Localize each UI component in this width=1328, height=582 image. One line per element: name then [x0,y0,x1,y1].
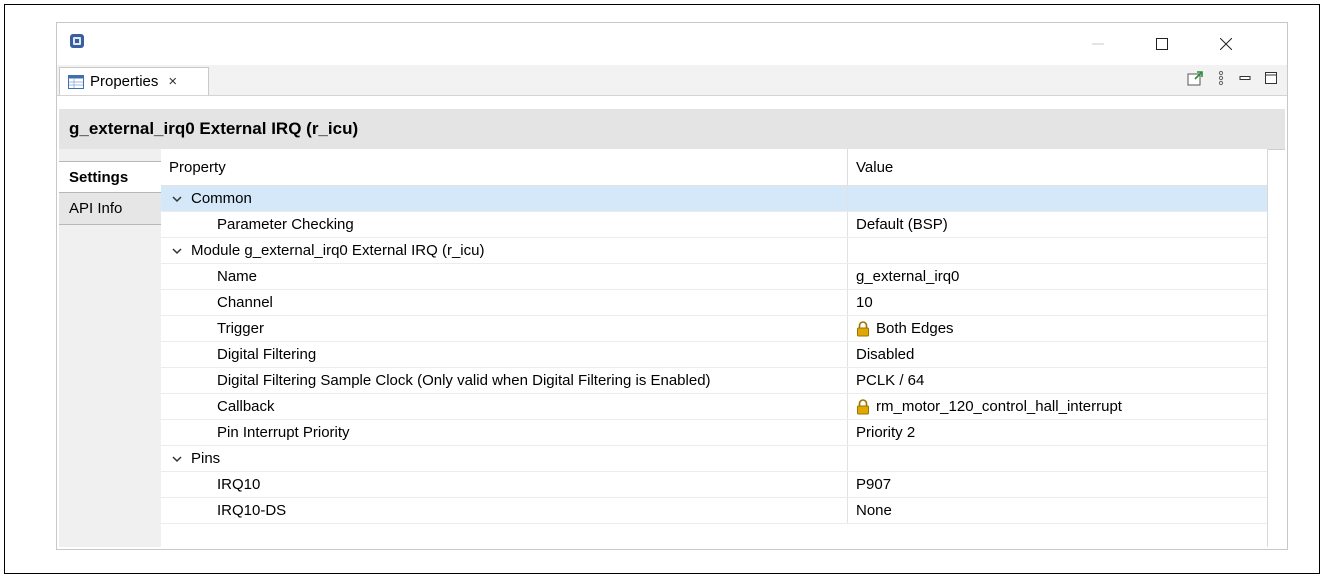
group-row[interactable]: Pins [161,446,1267,472]
property-label: Digital Filtering [217,346,317,363]
tab-properties-label: Properties [90,73,159,90]
property-row[interactable]: Digital Filtering Sample Clock (Only val… [161,368,1267,394]
property-value: 10 [856,294,873,311]
property-row[interactable]: Pin Interrupt Priority Priority 2 [161,420,1267,446]
value-cell[interactable]: Default (BSP) [848,212,1267,237]
lock-icon [857,320,869,336]
property-cell: IRQ10-DS [161,498,848,523]
group-row[interactable]: Module g_external_irq0 External IRQ (r_i… [161,238,1267,264]
property-row[interactable]: IRQ10-DS None [161,498,1267,524]
lock-icon [857,398,869,414]
maximize-icon [1156,38,1168,50]
property-cell: Parameter Checking [161,212,848,237]
value-cell[interactable]: g_external_irq0 [848,264,1267,289]
column-header-value[interactable]: Value [848,149,1267,185]
property-row[interactable]: Callback rm_motor_120_control_hall_interr… [161,394,1267,420]
minimize-view-icon[interactable] [1239,72,1251,84]
property-value: Priority 2 [856,424,916,441]
value-cell[interactable]: 10 [848,290,1267,315]
property-value: Disabled [856,346,915,363]
property-label: Pins [191,450,221,467]
property-cell: Digital Filtering [161,342,848,367]
view-toolbar [1187,70,1277,86]
property-label: IRQ10-DS [217,502,287,519]
property-label: Name [217,268,258,285]
property-label: Common [191,190,252,207]
chevron-down-icon[interactable] [171,453,183,465]
panel-title: g_external_irq0 External IRQ (r_icu) [59,109,1285,150]
property-row[interactable]: Digital Filtering Disabled [161,342,1267,368]
side-tab-settings[interactable]: Settings [59,161,162,193]
property-label: Digital Filtering Sample Clock (Only val… [217,372,711,389]
properties-table-icon [68,74,84,89]
column-header-property[interactable]: Property [161,149,848,185]
property-value: PCLK / 64 [856,372,925,389]
view-menu-icon[interactable] [1217,70,1225,86]
value-cell[interactable]: None [848,498,1267,523]
property-label: Module g_external_irq0 External IRQ (r_i… [191,242,485,259]
close-icon [1220,38,1232,50]
property-cell: Channel [161,290,848,315]
group-row[interactable]: Common [161,186,1267,212]
property-cell: Module g_external_irq0 External IRQ (r_i… [161,238,848,263]
property-value: P907 [856,476,892,493]
properties-window: Properties × g_external_irq0 External IR… [56,22,1288,550]
value-cell[interactable]: rm_motor_120_control_hall_interrupt [848,394,1267,419]
property-grid: Property Value Common Parameter Checking D… [161,149,1268,547]
property-cell: Common [161,186,848,211]
value-cell[interactable]: Priority 2 [848,420,1267,445]
property-value: rm_motor_120_control_hall_interrupt [876,398,1122,415]
chevron-down-icon[interactable] [171,193,183,205]
grid-rows: Common Parameter Checking Default (BSP) Mod… [161,186,1267,524]
property-label: Callback [217,398,275,415]
maximize-view-icon[interactable] [1265,72,1277,84]
tab-close-icon[interactable]: × [168,73,177,90]
title-bar [57,23,1287,65]
property-cell: Trigger [161,316,848,341]
property-label: IRQ10 [217,476,261,493]
property-cell: Pin Interrupt Priority [161,420,848,445]
renesas-chip-icon [69,33,85,49]
value-cell[interactable]: PCLK / 64 [848,368,1267,393]
maximize-button[interactable] [1139,29,1185,59]
property-label: Parameter Checking [217,216,354,233]
value-cell [848,238,1267,263]
property-label: Channel [217,294,273,311]
side-tab-api-info[interactable]: API Info [59,193,161,225]
grid-header: Property Value [161,149,1267,186]
chevron-down-icon[interactable] [171,245,183,257]
value-cell [848,446,1267,471]
side-tab-strip: Settings API Info [59,149,162,547]
property-label: Trigger [217,320,264,337]
close-button[interactable] [1203,29,1249,59]
property-row[interactable]: Channel 10 [161,290,1267,316]
pin-to-editor-icon[interactable] [1187,70,1203,86]
property-row[interactable]: Name g_external_irq0 [161,264,1267,290]
property-row[interactable]: Parameter Checking Default (BSP) [161,212,1267,238]
property-row[interactable]: IRQ10 P907 [161,472,1267,498]
property-cell: Name [161,264,848,289]
property-value: Both Edges [876,320,954,337]
property-cell: Callback [161,394,848,419]
value-cell[interactable]: P907 [848,472,1267,497]
property-value: Default (BSP) [856,216,948,233]
property-cell: IRQ10 [161,472,848,497]
property-value: g_external_irq0 [856,268,960,285]
property-cell: Digital Filtering Sample Clock (Only val… [161,368,848,393]
tab-properties[interactable]: Properties × [59,67,209,95]
property-cell: Pins [161,446,848,471]
view-tab-bar: Properties × [57,65,1287,96]
property-value: None [856,502,892,519]
value-cell[interactable]: Disabled [848,342,1267,367]
value-cell [848,186,1267,211]
property-label: Pin Interrupt Priority [217,424,350,441]
value-cell[interactable]: Both Edges [848,316,1267,341]
minimize-icon [1092,43,1104,45]
minimize-button[interactable] [1075,29,1121,59]
property-row[interactable]: Trigger Both Edges [161,316,1267,342]
